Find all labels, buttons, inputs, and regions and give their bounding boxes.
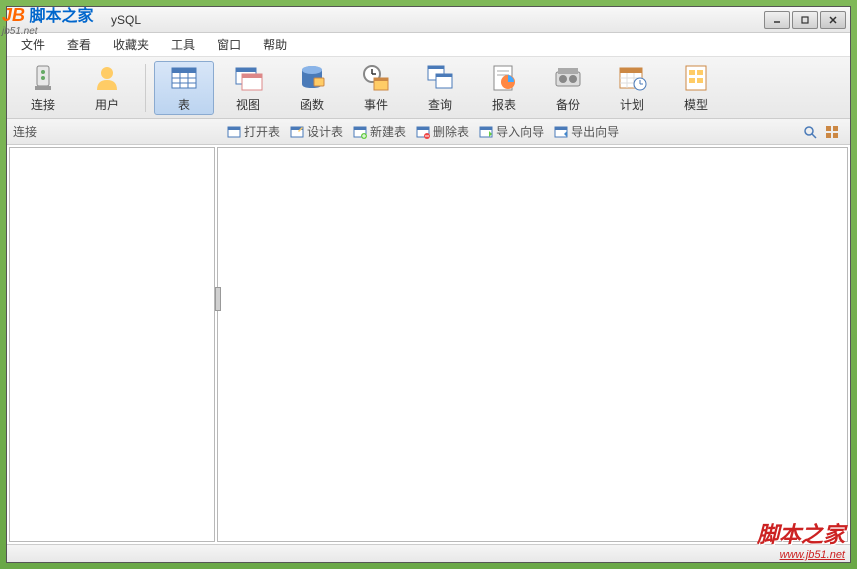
tool-model[interactable]: 模型 [666, 61, 726, 115]
tool-query-label: 查询 [428, 96, 452, 113]
tool-view-label: 视图 [236, 96, 260, 113]
search-button[interactable] [802, 124, 818, 140]
toolbar-separator [145, 64, 146, 112]
tool-schedule[interactable]: 计划 [602, 61, 662, 115]
search-icon [803, 125, 817, 139]
close-icon [828, 15, 838, 25]
maximize-icon [800, 15, 810, 25]
function-icon [296, 62, 328, 94]
tool-view[interactable]: 视图 [218, 61, 278, 115]
statusbar [7, 544, 850, 562]
tool-connection-label: 连接 [31, 96, 55, 113]
close-button[interactable] [820, 11, 846, 29]
connection-label: 连接 [13, 123, 213, 140]
main-area [7, 145, 850, 544]
tool-connection[interactable]: 连接 [13, 61, 73, 115]
new-table-icon [353, 125, 367, 139]
action-design-table[interactable]: 设计表 [290, 123, 343, 140]
report-icon [488, 62, 520, 94]
action-open-table[interactable]: 打开表 [227, 123, 280, 140]
open-table-icon [227, 125, 241, 139]
action-delete-table[interactable]: 删除表 [416, 123, 469, 140]
connection-tree-panel[interactable] [9, 147, 215, 542]
menubar: 文件 查看 收藏夹 工具 窗口 帮助 [7, 33, 850, 57]
tool-report[interactable]: 报表 [474, 61, 534, 115]
grid-icon [825, 125, 839, 139]
tool-event[interactable]: 事件 [346, 61, 406, 115]
menu-file[interactable]: 文件 [11, 33, 55, 56]
event-icon [360, 62, 392, 94]
tool-table[interactable]: 表 [154, 61, 214, 115]
tool-query[interactable]: 查询 [410, 61, 470, 115]
main-toolbar: 连接 用户 表 视图 函数 [7, 57, 850, 119]
tool-backup[interactable]: 备份 [538, 61, 598, 115]
user-icon [91, 62, 123, 94]
tool-schedule-label: 计划 [620, 96, 644, 113]
sub-toolbar: 连接 打开表 设计表 新建表 删除表 导入向导 [7, 119, 850, 145]
menu-help[interactable]: 帮助 [253, 33, 297, 56]
tool-user-label: 用户 [95, 96, 119, 113]
export-icon [554, 125, 568, 139]
query-icon [424, 62, 456, 94]
view-icon [232, 62, 264, 94]
schedule-icon [616, 62, 648, 94]
minimize-button[interactable] [764, 11, 790, 29]
action-export-wizard[interactable]: 导出向导 [554, 123, 619, 140]
maximize-button[interactable] [792, 11, 818, 29]
menu-window[interactable]: 窗口 [207, 33, 251, 56]
tool-report-label: 报表 [492, 96, 516, 113]
tool-model-label: 模型 [684, 96, 708, 113]
backup-icon [552, 62, 584, 94]
titlebar: ySQL [7, 7, 850, 33]
tool-user[interactable]: 用户 [77, 61, 137, 115]
menu-favorites[interactable]: 收藏夹 [103, 33, 159, 56]
action-new-table[interactable]: 新建表 [353, 123, 406, 140]
panel-splitter[interactable] [215, 287, 221, 311]
connection-icon [27, 62, 59, 94]
menu-tools[interactable]: 工具 [161, 33, 205, 56]
action-import-wizard[interactable]: 导入向导 [479, 123, 544, 140]
model-icon [680, 62, 712, 94]
delete-table-icon [416, 125, 430, 139]
window-title: ySQL [111, 13, 141, 27]
tool-function-label: 函数 [300, 96, 324, 113]
tool-backup-label: 备份 [556, 96, 580, 113]
tool-function[interactable]: 函数 [282, 61, 342, 115]
import-icon [479, 125, 493, 139]
tool-event-label: 事件 [364, 96, 388, 113]
minimize-icon [772, 15, 782, 25]
menu-view[interactable]: 查看 [57, 33, 101, 56]
design-table-icon [290, 125, 304, 139]
grid-view-button[interactable] [824, 124, 840, 140]
window-controls [764, 11, 846, 29]
app-window: ySQL 文件 查看 收藏夹 工具 窗口 帮助 连接 [6, 6, 851, 563]
content-panel[interactable] [217, 147, 848, 542]
table-icon [168, 62, 200, 94]
tool-table-label: 表 [178, 96, 190, 113]
